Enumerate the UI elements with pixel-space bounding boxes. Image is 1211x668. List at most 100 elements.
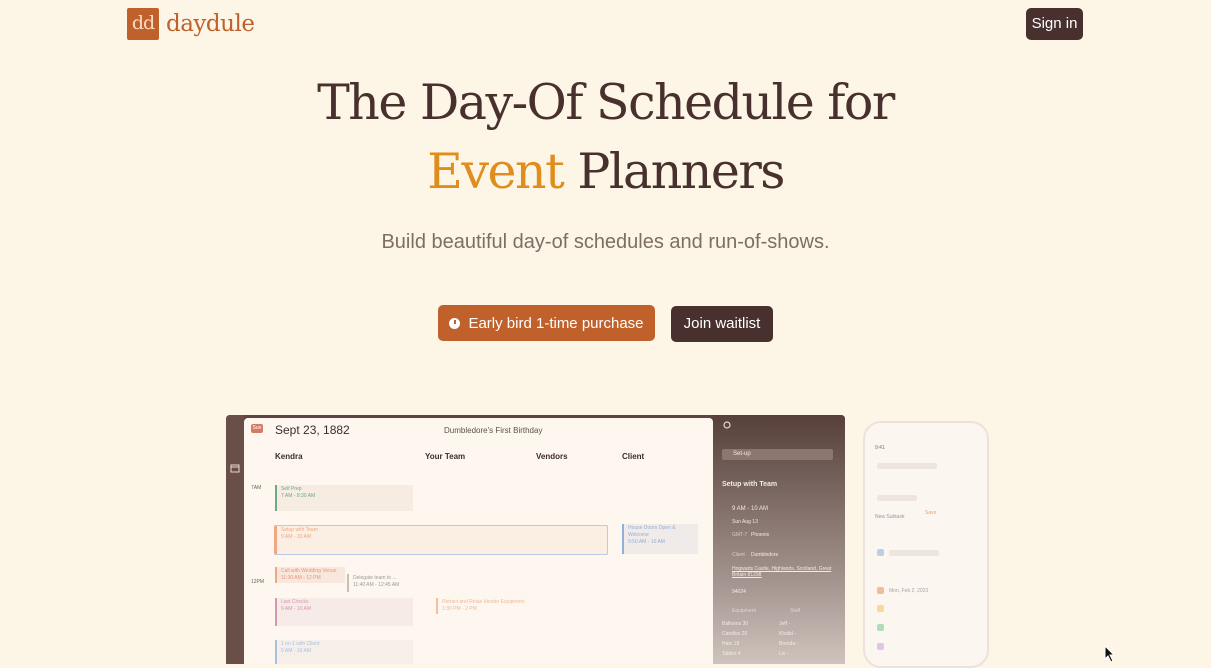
detail-client-label: Client [732, 552, 745, 558]
equipment-qty: 20 [741, 631, 748, 637]
preview-event-name: Dumbledore's First Birthday [444, 426, 543, 435]
phone-status-time: 9:41 [875, 445, 885, 451]
logo-mark: dd [127, 8, 159, 40]
staff-role: - [794, 631, 796, 637]
detail-tz-value: Phoenix [751, 532, 770, 538]
column-header: Kendra [275, 452, 303, 461]
mouse-cursor-icon [1104, 645, 1116, 663]
equipment-row: Balloons 30 [722, 619, 748, 629]
logo-text: daydule [166, 11, 255, 37]
hero-title-line2: Event Planners [0, 143, 1211, 200]
block-title: Call with Wedding Venue [281, 568, 337, 574]
equipment-name: Balloons [722, 621, 742, 627]
detail-address[interactable]: Hogwarts Castle, Highlands, Scotland, Gr… [732, 566, 840, 578]
block-time: 7 AM - 8:30 AM [281, 493, 316, 499]
block-time: 9 AM - 10 AM [281, 648, 312, 654]
early-bird-label: Early bird 1-time purchase [468, 314, 644, 332]
clock-icon [449, 317, 461, 329]
block-title: Retract and Relax Vendor Equipment [442, 599, 525, 605]
detail-time: 9 AM - 10 AM [732, 506, 769, 512]
calendar-icon [877, 587, 884, 594]
block-title: House Doors Open & Welcome [628, 525, 676, 538]
block-time: 9 AM - 10 AM [281, 534, 312, 540]
schedule-block[interactable]: Call with Wedding Venue 11:30 AM - 12 PM [275, 567, 345, 583]
staff-name: Liv [779, 651, 786, 657]
block-title: 1 on 1 with Client [281, 641, 320, 647]
block-time: 11:30 AM - 12 PM [281, 575, 321, 581]
schedule-block[interactable]: Setup with Team 9 AM - 10 AM [274, 525, 608, 555]
schedule-block[interactable]: Last Checks 9 AM - 10 AM [275, 598, 413, 626]
sign-in-button[interactable]: Sign in [1026, 8, 1083, 40]
equipment-row: Hats 18 [722, 639, 748, 649]
time-label: 7AM [251, 485, 262, 491]
detail-client-value: Dumbledore [751, 552, 779, 558]
staff-name: Brenda [779, 641, 796, 647]
phone-date: Mon, Feb 2, 2023 [889, 588, 929, 594]
logo[interactable]: dd daydule [127, 8, 255, 40]
block-time: 9:50 AM - 10 AM [628, 539, 665, 545]
detail-date: Sun Aug 13 [732, 519, 758, 525]
tag-label: Set-up [733, 451, 751, 457]
phone-mockup: 9:41 New Subtask Save Mon, Feb 2, 2023 [863, 421, 989, 668]
column-header: Client [622, 452, 645, 461]
hero-title-accent: Event [427, 143, 565, 200]
phone-list-icon [877, 605, 884, 612]
detail-heading: Setup with Team [722, 481, 778, 488]
block-title: Self Prep [281, 486, 302, 492]
phone-placeholder-line [889, 550, 939, 556]
schedule-block[interactable]: 1 on 1 with Client 9 AM - 10 AM [275, 640, 413, 664]
phone-list-icon [877, 643, 884, 650]
staff-label: Staff [790, 608, 801, 614]
block-time: 9 AM - 10 AM [281, 606, 312, 612]
detail-zip: 94024 [732, 589, 746, 595]
phone-new-subtask: New Subtask [875, 514, 905, 520]
staff-row: Khalid - [779, 629, 798, 639]
equipment-list: Balloons 30 Candles 20 Hats 18 Tables 4 [722, 619, 748, 659]
schedule-block[interactable]: Delegate team to ... 11:40 AM - 12:45 AM [347, 574, 407, 592]
preview-schedule: Sun Sept 23, 1882 Dumbledore's First Bir… [244, 418, 713, 664]
phone-placeholder-line [877, 463, 937, 469]
schedule-block[interactable]: Retract and Relax Vendor Equipment 1:30 … [436, 598, 546, 614]
staff-role: - [796, 641, 799, 647]
block-time: 11:40 AM - 12:45 AM [353, 582, 400, 588]
gear-icon [723, 421, 731, 429]
app-preview: Sun Sept 23, 1882 Dumbledore's First Bir… [226, 415, 845, 664]
equipment-qty: 4 [737, 651, 741, 657]
time-label: 12PM [251, 579, 265, 585]
block-title: Last Checks [281, 599, 309, 605]
column-header: Vendors [536, 452, 568, 461]
preview-detail-panel: Set-up Setup with Team 9 AM - 10 AM Sun … [713, 415, 845, 664]
equipment-name: Tables [722, 651, 737, 657]
block-time: 1:30 PM - 2 PM [442, 606, 477, 612]
top-nav: dd daydule Sign in [0, 0, 1211, 48]
preview-date: Sept 23, 1882 [275, 423, 350, 437]
equipment-qty: 30 [742, 621, 749, 627]
phone-list-icon [877, 624, 884, 631]
equipment-name: Candles [722, 631, 741, 637]
equipment-label: Equipment [732, 608, 756, 614]
staff-name: Khalid [779, 631, 793, 637]
equipment-row: Candles 20 [722, 629, 748, 639]
schedule-block[interactable]: House Doors Open & Welcome 9:50 AM - 10 … [622, 524, 698, 554]
detail-tz-label: GMT-7 [732, 532, 748, 538]
preview-sidebar-rail [226, 415, 244, 664]
column-header: Your Team [425, 452, 466, 461]
hero-title-rest: Planners [563, 143, 785, 200]
equipment-row: Tables 4 [722, 649, 748, 659]
schedule-block[interactable]: Self Prep 7 AM - 8:30 AM [275, 485, 413, 511]
phone-save-button[interactable]: Save [925, 510, 936, 516]
early-bird-button[interactable]: Early bird 1-time purchase [438, 305, 655, 341]
calendar-icon [230, 464, 240, 473]
join-waitlist-button[interactable]: Join waitlist [671, 306, 773, 342]
phone-list-icon [877, 549, 884, 556]
block-title: Setup with Team [281, 527, 318, 533]
equipment-qty: 18 [733, 641, 740, 647]
staff-list: Jeff - Khalid - Brenda - Liv - [779, 619, 798, 659]
block-title: Delegate team to ... [353, 575, 397, 581]
staff-name: Jeff [779, 621, 787, 627]
hero-title-line1: The Day-Of Schedule for [317, 74, 895, 131]
staff-role: - [786, 651, 789, 657]
staff-row: Jeff - [779, 619, 798, 629]
hero-subtitle: Build beautiful day-of schedules and run… [381, 231, 830, 253]
staff-role: - [788, 621, 791, 627]
